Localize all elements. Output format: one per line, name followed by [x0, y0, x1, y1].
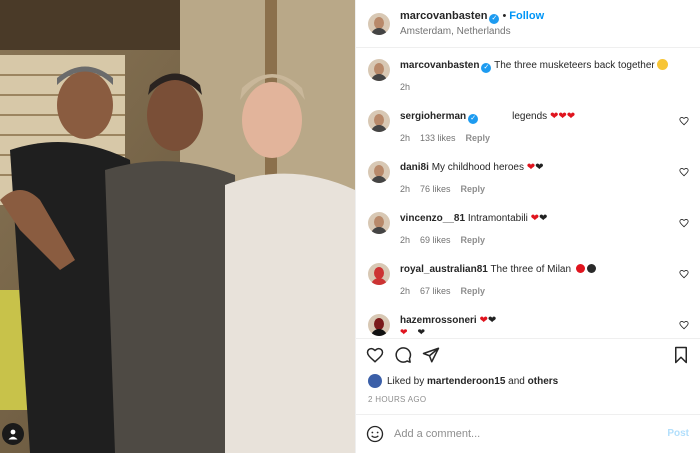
- like-comment-heart-icon[interactable]: [679, 269, 689, 279]
- comment-username[interactable]: sergioherman: [400, 111, 466, 122]
- comment-text: dani8i My childhood heroes ❤❤: [400, 161, 544, 174]
- comment-likes[interactable]: 69 likes: [420, 235, 451, 245]
- liker-username[interactable]: martenderoon15: [427, 376, 505, 387]
- likes-and: and: [508, 375, 525, 387]
- comment-text: hazemrossoneri ❤❤: [400, 314, 496, 327]
- commenter-avatar[interactable]: [368, 263, 390, 285]
- caption-meta: 2h: [400, 82, 420, 92]
- red-heart-emoji-icon: ❤: [558, 111, 567, 122]
- author-username[interactable]: marcovanbasten: [400, 10, 487, 22]
- like-comment-heart-icon[interactable]: [679, 218, 689, 228]
- comment-icon[interactable]: [394, 346, 412, 364]
- comment-body: legends: [512, 111, 548, 122]
- add-comment-bar: Post: [356, 414, 700, 453]
- commenter-avatar[interactable]: [368, 110, 390, 132]
- red-heart-emoji-icon: ❤: [566, 111, 576, 122]
- user-tag-icon[interactable]: [2, 423, 24, 445]
- black-heart-emoji-icon: ❤: [417, 327, 426, 337]
- comment-item: royal_australian81 The three of Milan 2h…: [356, 252, 700, 303]
- comment-time: 2h: [400, 184, 411, 194]
- comment-meta: 2h 133 likes Reply: [400, 133, 500, 143]
- post-comment-button[interactable]: Post: [667, 428, 689, 439]
- comment-text: royal_australian81 The three of Milan: [400, 263, 596, 276]
- post-header: marcovanbasten ✓ • Follow Amsterdam, Nether…: [356, 0, 700, 48]
- comment-text: vincenzo__81 Intramontabili ❤❤: [400, 212, 547, 225]
- follow-button[interactable]: Follow: [509, 10, 544, 22]
- black-circle-emoji-icon: [586, 264, 596, 273]
- comment-item: dani8i My childhood heroes ❤❤ 2h 76 likes…: [356, 150, 700, 201]
- comment-body: Intramontabili: [467, 213, 528, 224]
- comment-username[interactable]: hazemrossoneri: [400, 315, 477, 326]
- black-heart-emoji-icon: ❤: [535, 162, 544, 173]
- caption-username[interactable]: marcovanbasten: [400, 60, 479, 71]
- verified-badge-icon: ✓: [481, 63, 492, 73]
- post-location[interactable]: Amsterdam, Netherlands: [400, 26, 511, 37]
- comment-time: 2h: [400, 286, 411, 296]
- bookmark-icon[interactable]: [672, 346, 690, 364]
- likes-others-link[interactable]: others: [528, 376, 559, 387]
- author-line: marcovanbasten ✓ • Follow: [400, 10, 544, 24]
- comment-body: My childhood heroes: [431, 162, 524, 173]
- verified-badge-icon: ✓: [468, 114, 479, 124]
- commenter-avatar[interactable]: [368, 314, 390, 336]
- share-icon[interactable]: [422, 346, 440, 364]
- comment-item: hazemrossoneri ❤❤ ❤ ❤: [356, 303, 700, 338]
- heart-outline-icon[interactable]: [366, 346, 384, 364]
- red-heart-emoji-icon: ❤: [530, 213, 540, 224]
- caption-author-avatar[interactable]: [368, 59, 390, 81]
- comment-username[interactable]: dani8i: [400, 162, 429, 173]
- comments-list[interactable]: marcovanbasten ✓ The three musketeers bac…: [356, 48, 700, 338]
- post-actions: [356, 338, 700, 368]
- reply-button[interactable]: Reply: [461, 184, 486, 194]
- black-heart-emoji-icon: ❤: [487, 315, 497, 326]
- author-avatar[interactable]: [368, 13, 390, 35]
- reply-button[interactable]: Reply: [461, 286, 486, 296]
- comment-time: 2h: [400, 235, 411, 245]
- comment-meta: ❤ ❤: [400, 327, 435, 338]
- red-circle-emoji-icon: [575, 264, 585, 273]
- comment-likes[interactable]: 67 likes: [420, 286, 451, 296]
- like-comment-heart-icon[interactable]: [679, 320, 689, 330]
- add-comment-input[interactable]: [394, 424, 644, 444]
- like-comment-heart-icon[interactable]: [679, 167, 689, 177]
- verified-badge-icon: ✓: [489, 14, 500, 24]
- smile-emoji-icon: [656, 59, 668, 70]
- reply-button[interactable]: Reply: [466, 133, 491, 143]
- black-heart-emoji-icon: ❤: [539, 213, 548, 224]
- red-heart-emoji-icon: ❤: [479, 315, 488, 326]
- post-side-panel: marcovanbasten ✓ • Follow Amsterdam, Nether…: [355, 0, 700, 453]
- reply-button[interactable]: Reply: [461, 235, 486, 245]
- caption: marcovanbasten ✓ The three musketeers bac…: [356, 48, 700, 99]
- comment-item: vincenzo__81 Intramontabili ❤❤ 2h 69 like…: [356, 201, 700, 252]
- commenter-avatar[interactable]: [368, 212, 390, 234]
- post-timestamp[interactable]: 2 HOURS AGO: [368, 395, 426, 404]
- comment-likes[interactable]: 76 likes: [420, 184, 451, 194]
- emoji-icon[interactable]: [366, 425, 384, 443]
- comment-meta: 2h 69 likes Reply: [400, 235, 495, 245]
- comment-body: The three of Milan: [490, 264, 572, 275]
- comment-likes[interactable]: 133 likes: [420, 133, 456, 143]
- commenter-avatar[interactable]: [368, 161, 390, 183]
- separator-dot: •: [502, 10, 507, 22]
- caption-time: 2h: [400, 82, 411, 92]
- comment-time: 2h: [400, 133, 411, 143]
- comment-item: sergioherman ✓ legends ❤❤❤ 2h 133 likes Repl…: [356, 99, 700, 150]
- likes-summary: Liked by martenderoon15 and others: [368, 374, 558, 388]
- red-heart-emoji-icon: ❤: [526, 162, 536, 173]
- caption-body: The three musketeers back together: [494, 60, 655, 71]
- red-heart-emoji-icon: ❤: [400, 327, 408, 337]
- like-comment-heart-icon[interactable]: [679, 116, 689, 126]
- comment-meta: 2h 67 likes Reply: [400, 286, 495, 296]
- comment-username[interactable]: vincenzo__81: [400, 213, 465, 224]
- liked-by-prefix: Liked by: [387, 375, 425, 387]
- caption-text: marcovanbasten ✓ The three musketeers bac…: [400, 59, 668, 73]
- post-image: [0, 0, 355, 453]
- comment-text: sergioherman ✓ legends ❤❤❤: [400, 110, 575, 124]
- comment-username[interactable]: royal_australian81: [400, 264, 488, 275]
- comment-meta: 2h 76 likes Reply: [400, 184, 495, 194]
- liker-avatar[interactable]: [368, 374, 382, 388]
- post-photo[interactable]: [0, 0, 355, 453]
